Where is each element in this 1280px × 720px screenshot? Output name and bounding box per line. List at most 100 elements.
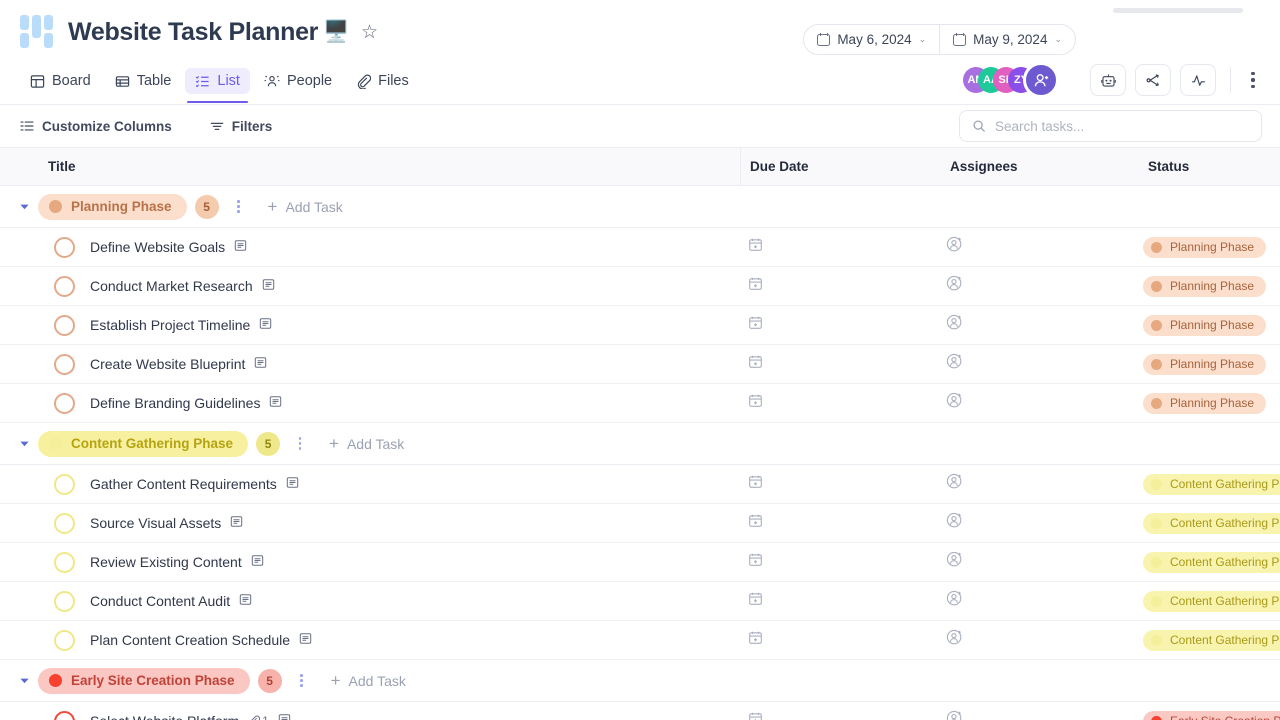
search-box[interactable]	[959, 110, 1262, 142]
task-row[interactable]: Gather Content Requirements Content Gath…	[0, 465, 1280, 504]
group-options-button[interactable]	[295, 669, 309, 693]
task-title[interactable]: Conduct Market Research	[90, 278, 275, 294]
status-badge[interactable]: Content Gathering Ph	[1143, 551, 1280, 573]
task-description-icon[interactable]	[269, 395, 282, 411]
task-due-date-cell[interactable]	[748, 474, 763, 494]
favorite-star-icon[interactable]: ☆	[361, 23, 378, 42]
task-status-cell[interactable]: Content Gathering Ph	[1143, 473, 1280, 495]
status-badge[interactable]: Content Gathering Ph	[1143, 473, 1280, 495]
filters-button[interactable]: Filters	[210, 119, 272, 134]
group-collapse-toggle[interactable]	[14, 437, 34, 450]
task-row[interactable]: Conduct Market Research Planning Phase	[0, 267, 1280, 306]
task-row[interactable]: Review Existing Content Content Gatherin…	[0, 543, 1280, 582]
task-status-cell[interactable]: Planning Phase	[1143, 392, 1267, 414]
task-title[interactable]: Define Website Goals	[90, 239, 247, 255]
task-due-date-cell[interactable]	[748, 393, 763, 413]
group-options-button[interactable]	[232, 195, 246, 219]
task-due-date-cell[interactable]	[748, 711, 763, 720]
task-assignees-cell[interactable]	[946, 512, 963, 534]
task-row[interactable]: Establish Project Timeline Planning Phas…	[0, 306, 1280, 345]
task-row[interactable]: Source Visual Assets Content Gathering P…	[0, 504, 1280, 543]
add-task-button[interactable]: + Add Task	[329, 435, 404, 452]
task-status-cell[interactable]: Planning Phase	[1143, 314, 1267, 336]
task-due-date-cell[interactable]	[748, 276, 763, 296]
task-assignees-cell[interactable]	[946, 314, 963, 336]
start-date-picker[interactable]: May 6, 2024 ⌄	[804, 25, 939, 54]
task-due-date-cell[interactable]	[748, 552, 763, 572]
task-complete-checkbox[interactable]	[54, 590, 75, 612]
tab-files[interactable]: Files	[346, 68, 419, 94]
status-badge[interactable]: Planning Phase	[1143, 314, 1267, 336]
group-options-button[interactable]	[293, 432, 307, 456]
task-title[interactable]: Define Branding Guidelines	[90, 395, 282, 411]
task-list-body[interactable]: Planning Phase 5 + Add Task Define Websi…	[0, 186, 1280, 720]
task-status-cell[interactable]: Planning Phase	[1143, 275, 1267, 297]
task-complete-checkbox[interactable]	[54, 392, 75, 414]
task-title[interactable]: Gather Content Requirements	[90, 476, 299, 492]
status-badge[interactable]: Planning Phase	[1143, 236, 1267, 258]
task-assignees-cell[interactable]	[946, 392, 963, 414]
status-badge[interactable]: Early Site Creation Ph	[1143, 710, 1280, 720]
task-description-icon[interactable]	[286, 476, 299, 492]
task-complete-checkbox[interactable]	[54, 314, 75, 336]
task-group-header[interactable]: Early Site Creation Phase 5 + Add Task	[0, 660, 1280, 702]
task-due-date-cell[interactable]	[748, 237, 763, 257]
task-assignees-cell[interactable]	[946, 629, 963, 651]
task-row[interactable]: Plan Content Creation Schedule Content G…	[0, 621, 1280, 660]
more-options-button[interactable]	[1244, 66, 1262, 94]
task-assignees-cell[interactable]	[946, 590, 963, 612]
group-name-badge[interactable]: Content Gathering Phase	[38, 430, 249, 457]
task-description-icon[interactable]	[239, 593, 252, 609]
task-status-cell[interactable]: Content Gathering Ph	[1143, 551, 1280, 573]
task-row[interactable]: Create Website Blueprint Planning Phase	[0, 345, 1280, 384]
task-status-cell[interactable]: Content Gathering Ph	[1143, 590, 1280, 612]
status-badge[interactable]: Planning Phase	[1143, 353, 1267, 375]
task-row[interactable]: Conduct Content Audit Content Gathering …	[0, 582, 1280, 621]
group-name-badge[interactable]: Planning Phase	[38, 193, 187, 220]
task-group-header[interactable]: Planning Phase 5 + Add Task	[0, 186, 1280, 228]
tab-board[interactable]: Board	[20, 68, 101, 94]
task-status-cell[interactable]: Early Site Creation Ph	[1143, 710, 1280, 720]
task-title[interactable]: Select Website Platform 1	[90, 713, 291, 720]
task-complete-checkbox[interactable]	[54, 236, 75, 258]
tab-list[interactable]: List	[185, 68, 250, 103]
group-name-badge[interactable]: Early Site Creation Phase	[38, 667, 250, 694]
task-title[interactable]: Conduct Content Audit	[90, 593, 252, 609]
task-description-icon[interactable]	[230, 515, 243, 531]
status-badge[interactable]: Content Gathering Ph	[1143, 512, 1280, 534]
task-due-date-cell[interactable]	[748, 591, 763, 611]
task-assignees-cell[interactable]	[946, 710, 963, 720]
task-title[interactable]: Establish Project Timeline	[90, 317, 272, 333]
status-badge[interactable]: Planning Phase	[1143, 392, 1267, 414]
task-due-date-cell[interactable]	[748, 315, 763, 335]
task-description-icon[interactable]	[278, 713, 291, 720]
task-assignees-cell[interactable]	[946, 275, 963, 297]
task-complete-checkbox[interactable]	[54, 512, 75, 534]
search-input[interactable]	[995, 118, 1249, 134]
task-row[interactable]: Define Branding Guidelines Planning Phas…	[0, 384, 1280, 423]
group-collapse-toggle[interactable]	[14, 674, 34, 687]
task-description-icon[interactable]	[259, 317, 272, 333]
task-assignees-cell[interactable]	[946, 236, 963, 258]
status-badge[interactable]: Content Gathering Ph	[1143, 629, 1280, 651]
add-task-button[interactable]: + Add Task	[268, 198, 343, 215]
share-button[interactable]	[1135, 64, 1171, 96]
tab-table[interactable]: Table	[105, 68, 182, 94]
task-status-cell[interactable]: Content Gathering Ph	[1143, 629, 1280, 651]
task-assignees-cell[interactable]	[946, 353, 963, 375]
task-group-header[interactable]: Content Gathering Phase 5 + Add Task	[0, 423, 1280, 465]
task-complete-checkbox[interactable]	[54, 551, 75, 573]
task-description-icon[interactable]	[299, 632, 312, 648]
add-task-button[interactable]: + Add Task	[331, 672, 406, 689]
task-due-date-cell[interactable]	[748, 513, 763, 533]
task-title[interactable]: Review Existing Content	[90, 554, 264, 570]
customize-columns-button[interactable]: Customize Columns	[20, 119, 172, 134]
task-due-date-cell[interactable]	[748, 630, 763, 650]
task-title[interactable]: Source Visual Assets	[90, 515, 243, 531]
end-date-picker[interactable]: May 9, 2024 ⌄	[939, 25, 1075, 54]
task-complete-checkbox[interactable]	[54, 275, 75, 297]
task-row[interactable]: Select Website Platform 1 Early Site Cre…	[0, 702, 1280, 720]
task-row[interactable]: Define Website Goals Planning Phase	[0, 228, 1280, 267]
task-complete-checkbox[interactable]	[54, 629, 75, 651]
task-attachment-count[interactable]: 1	[248, 714, 269, 720]
